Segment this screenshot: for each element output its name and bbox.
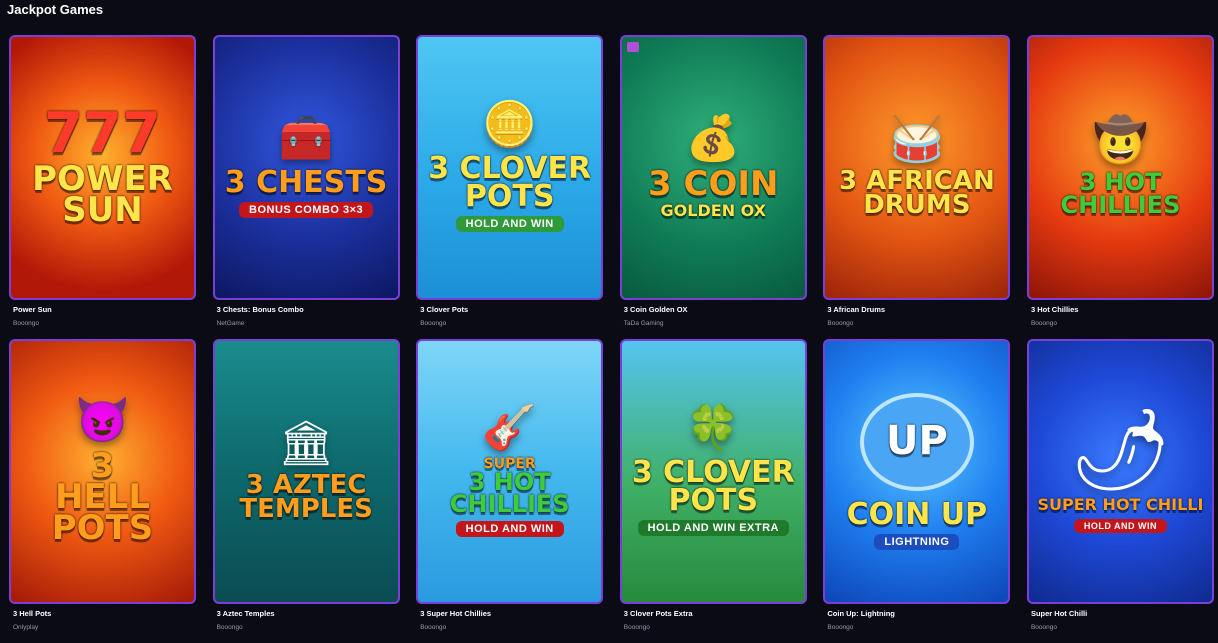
game-provider: Booongo	[827, 320, 854, 327]
game-card[interactable]: 🏛 3 AZTEC TEMPLES 3 Aztec Temples Booong…	[212, 339, 400, 643]
game-provider: Booongo	[1030, 320, 1057, 327]
game-card[interactable]: 🪙 3 CLOVER POTS HOLD AND WIN 3 Clover Po…	[416, 35, 604, 339]
art-title: COIN UP	[846, 496, 988, 532]
art-title: POWER SUN	[32, 158, 173, 231]
leprechaun-icon: 🍀	[685, 403, 741, 453]
art-title: 3 AZTEC TEMPLES	[239, 469, 373, 524]
game-name[interactable]: 3 Hot Chillies	[1031, 305, 1214, 314]
game-provider: NetGame	[216, 320, 245, 327]
guitar-icon: 🎸	[482, 402, 538, 452]
game-name[interactable]: 3 Super Hot Chillies	[420, 609, 603, 618]
game-name[interactable]: Super Hot Chilli	[1031, 609, 1214, 618]
game-card[interactable]: UP COIN UP LIGHTNING Coin Up: Lightning …	[823, 339, 1011, 643]
treasure-chest-icon: 🧰	[278, 113, 334, 163]
art-title: 3 CLOVER POTS	[428, 150, 592, 214]
game-provider: Booongo	[13, 320, 40, 327]
game-card[interactable]: 🌶 SUPER HOT CHILLI HOLD AND WIN Super Ho…	[1026, 339, 1214, 643]
games-grid: 777 POWER SUN Power Sun Booongo 🧰 3 CHES…	[9, 35, 1214, 643]
art-top-text: UP	[859, 392, 974, 491]
art-title: SUPER HOT CHILLI	[1037, 495, 1204, 515]
game-provider: Booongo	[623, 624, 650, 631]
game-provider: Booongo	[216, 624, 243, 631]
game-thumbnail[interactable]: 🌶 SUPER HOT CHILLI HOLD AND WIN	[1026, 339, 1214, 604]
game-name[interactable]: 3 Hell Pots	[13, 609, 196, 618]
mariachi-icon: 🤠	[1093, 116, 1148, 166]
game-card[interactable]: 777 POWER SUN Power Sun Booongo	[9, 35, 196, 339]
art-subtitle: HOLD AND WIN EXTRA	[637, 520, 789, 537]
game-card[interactable]: 🥁 3 AFRICAN DRUMS 3 African Drums Booong…	[823, 35, 1011, 339]
game-card[interactable]: 🧰 3 CHESTS BONUS COMBO 3×3 3 Chests: Bon…	[212, 35, 400, 339]
art-title: 3 CHESTS	[224, 164, 388, 200]
art-title: 3 COIN	[648, 163, 779, 204]
provider-badge-icon	[626, 42, 639, 52]
chilli-pepper-icon: 🌶	[1069, 405, 1172, 495]
game-thumbnail[interactable]: 🧰 3 CHESTS BONUS COMBO 3×3	[212, 35, 400, 300]
game-thumbnail[interactable]: 😈 3 HELL POTS	[9, 339, 196, 604]
art-title: 3 HELL POTS	[51, 445, 154, 549]
art-top-text: 777	[44, 101, 161, 167]
section-title: Jackpot Games	[7, 2, 104, 17]
game-name[interactable]: 3 Coin Golden OX	[624, 305, 807, 314]
game-card[interactable]: 🎸 SUPER 3 HOT CHILLIES HOLD AND WIN 3 Su…	[416, 339, 604, 643]
game-thumbnail[interactable]: 🪙 3 CLOVER POTS HOLD AND WIN	[416, 35, 604, 300]
game-provider: Booongo	[420, 624, 447, 631]
game-provider: TaDa Gaming	[623, 320, 664, 327]
game-provider: Booongo	[827, 624, 854, 631]
art-title: 3 AFRICAN DRUMS	[839, 165, 995, 220]
game-provider: Booongo	[1030, 624, 1057, 631]
drum-icon: 🥁	[889, 114, 945, 164]
art-subtitle: HOLD AND WIN	[455, 521, 564, 538]
game-name[interactable]: Coin Up: Lightning	[827, 609, 1010, 618]
game-name[interactable]: 3 Clover Pots	[420, 305, 603, 314]
game-name[interactable]: 3 Clover Pots Extra	[624, 609, 807, 618]
art-title: 3 HOT CHILLIES	[449, 467, 570, 518]
game-name[interactable]: 3 African Drums	[827, 305, 1010, 314]
game-card[interactable]: 💰 3 COIN GOLDEN OX 3 Coin Golden OX TaDa…	[619, 35, 807, 339]
gold-pots-icon: 🪙	[482, 99, 538, 149]
game-thumbnail[interactable]: 🤠 3 HOT CHILLIES	[1026, 35, 1214, 300]
art-subtitle: BONUS COMBO 3×3	[239, 202, 374, 219]
art-subtitle: GOLDEN OX	[660, 200, 767, 220]
game-card[interactable]: 🤠 3 HOT CHILLIES 3 Hot Chillies Booongo	[1026, 35, 1214, 339]
game-name[interactable]: Power Sun	[13, 305, 196, 314]
game-provider: Booongo	[420, 320, 447, 327]
game-thumbnail[interactable]: 🏛 3 AZTEC TEMPLES	[212, 339, 400, 604]
gold-coins-icon: 💰	[685, 113, 741, 163]
game-thumbnail[interactable]: 777 POWER SUN	[9, 35, 196, 300]
game-card[interactable]: 🍀 3 CLOVER POTS HOLD AND WIN EXTRA 3 Clo…	[619, 339, 807, 643]
game-name[interactable]: 3 Chests: Bonus Combo	[217, 305, 400, 314]
art-subtitle: HOLD AND WIN	[455, 216, 564, 233]
game-thumbnail[interactable]: 🥁 3 AFRICAN DRUMS	[823, 35, 1011, 300]
game-thumbnail[interactable]: 🎸 SUPER 3 HOT CHILLIES HOLD AND WIN	[416, 339, 604, 604]
game-thumbnail[interactable]: 🍀 3 CLOVER POTS HOLD AND WIN EXTRA	[619, 339, 807, 604]
art-subtitle: LIGHTNING	[874, 534, 960, 551]
art-title: 3 HOT CHILLIES	[1060, 168, 1181, 219]
game-name[interactable]: 3 Aztec Temples	[217, 609, 400, 618]
devil-icon: 😈	[75, 395, 130, 445]
game-card[interactable]: 😈 3 HELL POTS 3 Hell Pots Onlyplay	[9, 339, 196, 643]
art-subtitle: HOLD AND WIN	[1073, 518, 1168, 533]
art-title: 3 CLOVER POTS	[631, 454, 795, 518]
game-thumbnail[interactable]: UP COIN UP LIGHTNING	[823, 339, 1011, 604]
game-provider: Onlyplay	[13, 624, 39, 631]
game-thumbnail[interactable]: 💰 3 COIN GOLDEN OX	[619, 35, 807, 300]
temple-icon: 🏛	[278, 418, 335, 468]
